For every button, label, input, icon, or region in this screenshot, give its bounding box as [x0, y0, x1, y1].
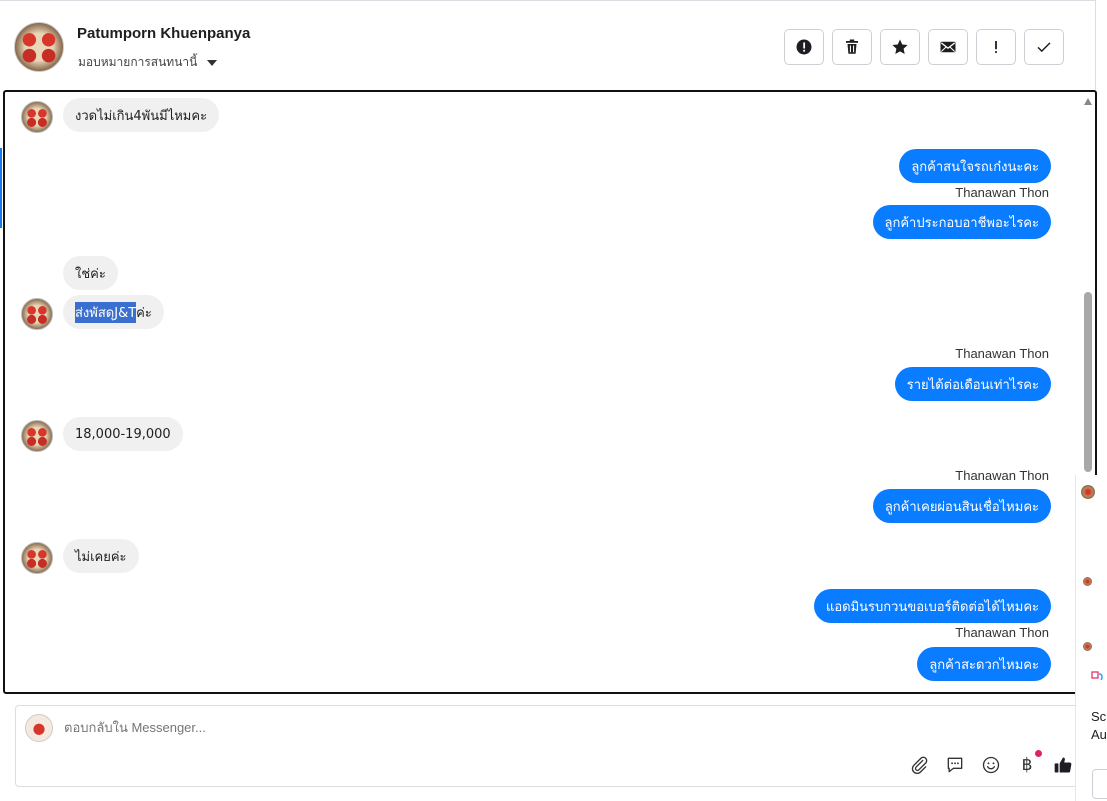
contact-avatar-small: [21, 298, 53, 330]
page-avatar: [25, 714, 53, 742]
star-icon: [892, 39, 908, 55]
assign-label: มอบหมายการสนทนานี้: [78, 55, 198, 69]
check-icon: [1037, 42, 1051, 53]
exclamation-icon: [995, 41, 997, 53]
composer-toolbar: ฿: [908, 750, 1074, 776]
payment-button[interactable]: ฿: [1016, 750, 1042, 776]
trash-icon: [846, 39, 858, 54]
app-logo-icon: [1091, 671, 1103, 681]
delete-button[interactable]: [832, 29, 872, 65]
paperclip-icon: [911, 756, 928, 775]
incoming-message[interactable]: งวดไม่เกิน4พันมีไหมคะ: [63, 98, 220, 132]
contact-avatar-small: [21, 542, 53, 574]
chat-avatar: [1083, 577, 1092, 586]
envelope-icon: [940, 41, 956, 53]
speech-bubble-icon: [947, 757, 963, 773]
baht-icon: ฿: [1021, 755, 1033, 775]
outgoing-message[interactable]: รายได้ต่อเดือนเท่าไรคะ: [894, 367, 1051, 401]
scroll-thumb[interactable]: [1084, 292, 1092, 472]
chat-avatar: [1083, 642, 1092, 651]
mark-spam-button[interactable]: [784, 29, 824, 65]
sender-name: Thanawan Thon: [955, 185, 1049, 200]
scroll-up-arrow-icon[interactable]: [1084, 98, 1092, 105]
side-panel-button[interactable]: [1092, 769, 1107, 799]
smiley-icon: [982, 756, 1000, 774]
conversation-header: Patumporn Khuenpanya มอบหมายการสนทนานี้: [0, 0, 1096, 90]
sender-name: Thanawan Thon: [955, 346, 1049, 361]
mark-done-button[interactable]: [1024, 29, 1064, 65]
thumbs-up-icon: [1054, 757, 1072, 773]
header-actions: [784, 29, 1064, 65]
contact-avatar-small: [21, 101, 53, 133]
contact-name[interactable]: Patumporn Khuenpanya: [77, 25, 250, 42]
outgoing-message[interactable]: แอดมินรบกวนขอเบอร์ติดต่อได้ไหมคะ: [813, 589, 1051, 623]
outgoing-message[interactable]: ลูกค้าเคยผ่อนสินเชื่อไหมคะ: [872, 489, 1051, 523]
incoming-message[interactable]: ไม่เคยค่ะ: [63, 539, 139, 573]
incoming-message[interactable]: ส่งพัสดุJ&T ค่ะ: [63, 295, 164, 329]
attach-file-button[interactable]: [908, 754, 930, 776]
emoji-button[interactable]: [980, 754, 1002, 776]
incoming-message[interactable]: ใช่ค่ะ: [63, 256, 118, 290]
outgoing-message[interactable]: ลูกค้าสะดวกไหมคะ: [917, 647, 1051, 681]
reply-composer: ฿: [15, 705, 1085, 787]
incoming-message[interactable]: 18,000-19,000: [63, 417, 183, 451]
saved-replies-button[interactable]: [944, 754, 966, 776]
like-button[interactable]: [1052, 754, 1074, 776]
assign-conversation-dropdown[interactable]: มอบหมายการสนทนานี้: [78, 53, 218, 72]
contact-avatar-small: [21, 420, 53, 452]
alert-circle-icon: [796, 39, 812, 55]
side-panel-text: Scr: [1091, 709, 1107, 724]
chat-avatar[interactable]: [1081, 485, 1095, 499]
side-chat-panel: Scr Au: [1075, 475, 1107, 801]
sender-name: Thanawan Thon: [955, 625, 1049, 640]
caret-down-icon: [207, 59, 218, 66]
reply-input[interactable]: [64, 720, 664, 735]
side-panel-text: Au: [1091, 727, 1107, 742]
left-edge-indicator: [0, 148, 2, 228]
messenger-inbox-view: Patumporn Khuenpanya มอบหมายการสนทนานี้: [0, 0, 1107, 801]
sender-name: Thanawan Thon: [955, 468, 1049, 483]
selected-text: ส่งพัสดุJ&T: [75, 301, 137, 323]
follow-up-button[interactable]: [976, 29, 1016, 65]
notification-dot: [1035, 750, 1042, 757]
mark-unread-button[interactable]: [928, 29, 968, 65]
contact-avatar[interactable]: [14, 22, 64, 72]
outgoing-message[interactable]: ลูกค้าสนใจรถเก๋งนะคะ: [899, 149, 1051, 183]
message-text: ค่ะ: [136, 305, 152, 321]
star-button[interactable]: [880, 29, 920, 65]
outgoing-message[interactable]: ลูกค้าประกอบอาชีพอะไรคะ: [872, 205, 1051, 239]
message-thread[interactable]: งวดไม่เกิน4พันมีไหมคะ ลูกค้าสนใจรถเก๋งนะ…: [3, 90, 1097, 694]
